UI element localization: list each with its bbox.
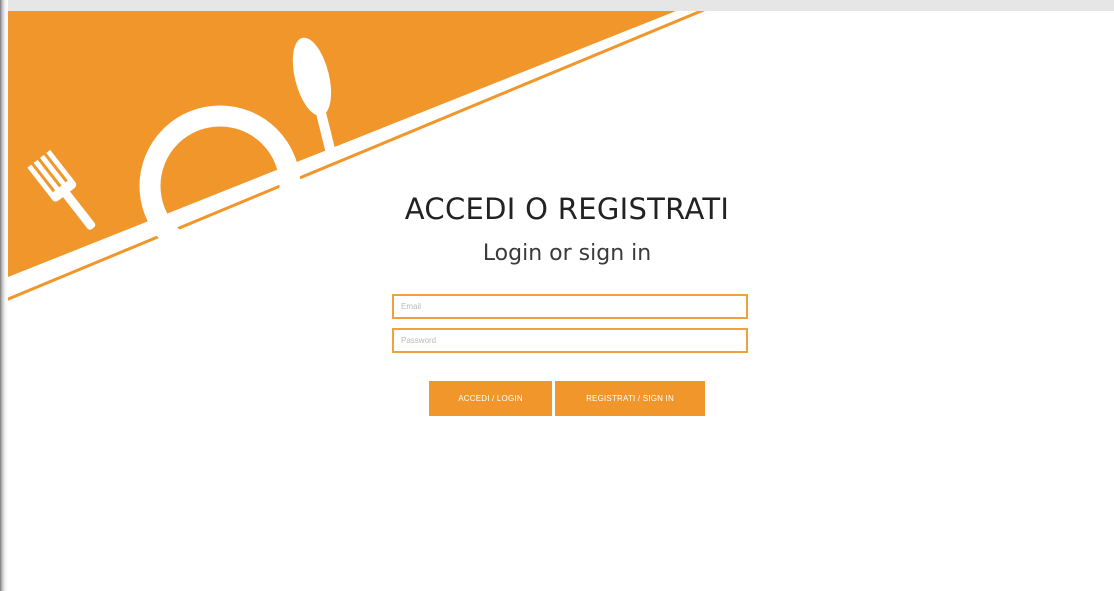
email-field[interactable] bbox=[392, 294, 748, 319]
page-subtitle: Login or sign in bbox=[482, 241, 652, 266]
signin-button[interactable]: REGISTRATI / SIGN IN bbox=[555, 381, 705, 416]
password-field[interactable] bbox=[392, 328, 748, 353]
window-left-edge bbox=[0, 0, 8, 591]
banner-orange-triangle bbox=[8, 11, 676, 277]
page-title: ACCEDI O REGISTRATI bbox=[404, 192, 730, 226]
login-button[interactable]: ACCEDI / LOGIN bbox=[429, 381, 552, 416]
header-banner bbox=[8, 11, 706, 301]
browser-top-strip bbox=[0, 0, 1114, 11]
